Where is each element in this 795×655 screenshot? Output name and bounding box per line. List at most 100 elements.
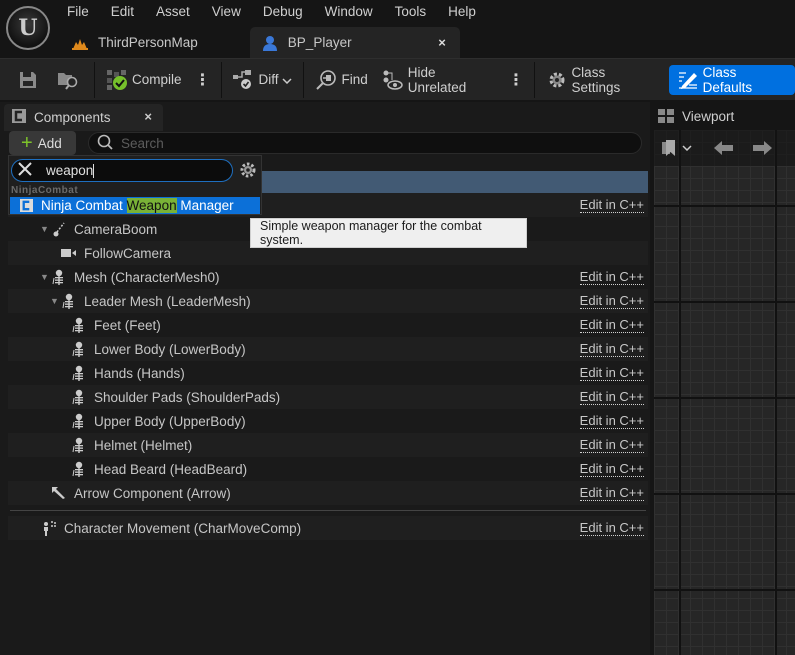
unreal-logo-icon[interactable]: U: [6, 6, 50, 50]
toolbar-divider: [303, 61, 305, 98]
edit-in-cpp-link[interactable]: Edit in C++: [579, 437, 644, 453]
menu-window[interactable]: Window: [314, 2, 384, 22]
diff-label: Diff: [258, 72, 279, 87]
hide-unrelated-button[interactable]: Hide Unrelated: [375, 64, 502, 96]
search-icon: [97, 134, 113, 153]
tree-row-charactermovement[interactable]: Character Movement (CharMoveComp) Edit i…: [8, 516, 648, 540]
edit-in-cpp-link[interactable]: Edit in C++: [579, 485, 644, 501]
compile-label: Compile: [131, 72, 182, 87]
bookmark-icon[interactable]: [662, 140, 676, 156]
menu-asset[interactable]: Asset: [145, 2, 201, 22]
viewport-title: Viewport: [682, 108, 735, 124]
save-button[interactable]: [10, 64, 50, 96]
menu-tools[interactable]: Tools: [384, 2, 438, 22]
compile-button[interactable]: Compile: [99, 64, 189, 96]
viewport-toolbar: [654, 130, 795, 166]
skeletal-mesh-icon: [70, 436, 88, 454]
toolbar-divider: [94, 61, 95, 98]
add-component-popup: weapon NinjaCombat Ninja Combat Weapon M…: [8, 155, 262, 215]
menu-view[interactable]: View: [201, 2, 252, 22]
toolbar-divider: [220, 61, 222, 98]
edit-in-cpp-link[interactable]: Edit in C++: [579, 341, 644, 357]
close-tab-icon[interactable]: ×: [438, 35, 446, 50]
clear-search-icon[interactable]: [18, 162, 32, 179]
edit-in-cpp-link[interactable]: Edit in C++: [579, 461, 644, 477]
edit-in-cpp-link[interactable]: Edit in C++: [579, 317, 644, 333]
save-icon: [17, 69, 39, 91]
tree-row-shoulderpads[interactable]: Shoulder Pads (ShoulderPads) Edit in C++: [8, 385, 648, 409]
tree-row-feet[interactable]: Feet (Feet) Edit in C++: [8, 313, 648, 337]
edit-in-cpp-link[interactable]: Edit in C++: [579, 269, 644, 285]
close-panel-icon[interactable]: ×: [144, 109, 152, 124]
row-label: Helmet (Helmet): [94, 437, 193, 453]
browse-button[interactable]: [50, 64, 90, 96]
menu-help[interactable]: Help: [437, 2, 487, 22]
expand-chevron-icon[interactable]: ▼: [50, 296, 60, 306]
tree-row-headbeard[interactable]: Head Beard (HeadBeard) Edit in C++: [8, 457, 648, 481]
add-component-search-input[interactable]: weapon: [11, 159, 233, 182]
viewport-grid-icon: [658, 109, 674, 123]
tree-row-leadermesh[interactable]: ▼ Leader Mesh (LeaderMesh) Edit in C++: [8, 289, 648, 313]
edit-in-cpp-link[interactable]: Edit in C++: [579, 365, 644, 381]
menu-edit[interactable]: Edit: [100, 2, 145, 22]
tree-row-hands[interactable]: Hands (Hands) Edit in C++: [8, 361, 648, 385]
class-settings-button[interactable]: Class Settings: [539, 64, 663, 96]
component-class-icon: [20, 199, 33, 212]
search-value: weapon: [46, 163, 95, 179]
tab-thirdpersonmap[interactable]: ThirdPersonMap: [60, 27, 210, 58]
menu-debug[interactable]: Debug: [252, 2, 314, 22]
compile-options-icon[interactable]: ⋮: [189, 70, 217, 90]
popup-settings-button[interactable]: [237, 160, 259, 182]
skeletal-mesh-icon: [70, 460, 88, 478]
viewport-canvas[interactable]: [654, 130, 795, 655]
skeletal-mesh-icon: [70, 340, 88, 358]
result-prefix: Ninja Combat: [41, 198, 127, 213]
find-icon: [315, 69, 337, 91]
find-button[interactable]: Find: [308, 64, 374, 96]
tooltip: Simple weapon manager for the combat sys…: [250, 218, 527, 248]
tree-row-helmet[interactable]: Helmet (Helmet) Edit in C++: [8, 433, 648, 457]
add-component-button[interactable]: + Add: [9, 131, 76, 155]
forward-arrow-icon[interactable]: [752, 141, 772, 155]
title-bar: U File Edit Asset View Debug Window Tool…: [0, 0, 795, 58]
row-label: Mesh (CharacterMesh0): [74, 269, 220, 285]
tab-bp-player[interactable]: BP_Player ×: [249, 27, 460, 58]
spring-arm-icon: [50, 220, 68, 238]
menu-file[interactable]: File: [56, 2, 100, 22]
skeletal-mesh-icon: [70, 412, 88, 430]
diff-button[interactable]: Diff: [225, 64, 299, 96]
components-search-input[interactable]: Search: [88, 132, 642, 154]
search-result-item[interactable]: Ninja Combat Weapon Manager: [10, 197, 260, 214]
hide-unrelated-options-icon[interactable]: ⋮: [502, 70, 530, 90]
components-tab[interactable]: Components ×: [4, 104, 163, 131]
row-label: Arrow Component (Arrow): [74, 485, 231, 501]
gear-icon: [546, 69, 567, 91]
result-label: Ninja Combat Weapon Manager: [41, 198, 234, 213]
back-arrow-icon[interactable]: [714, 141, 734, 155]
result-suffix: Manager: [176, 198, 234, 213]
edit-in-cpp-link[interactable]: Edit in C++: [579, 197, 644, 213]
edit-in-cpp-link[interactable]: Edit in C++: [579, 293, 644, 309]
row-label: Shoulder Pads (ShoulderPads): [94, 389, 281, 405]
row-label: Hands (Hands): [94, 365, 185, 381]
tree-divider: [10, 510, 646, 511]
plus-icon: +: [21, 132, 33, 154]
hide-unrelated-label: Hide Unrelated: [407, 64, 467, 95]
skeletal-mesh-icon: [60, 292, 78, 310]
tree-row-lowerbody[interactable]: Lower Body (LowerBody) Edit in C++: [8, 337, 648, 361]
find-label: Find: [341, 72, 368, 87]
chevron-down-icon[interactable]: [682, 145, 692, 151]
edit-in-cpp-link[interactable]: Edit in C++: [579, 413, 644, 429]
tree-row-upperbody[interactable]: Upper Body (UpperBody) Edit in C++: [8, 409, 648, 433]
hide-unrelated-icon: [382, 69, 404, 91]
expand-chevron-icon[interactable]: ▼: [40, 272, 50, 282]
viewport-tab[interactable]: Viewport: [658, 106, 734, 126]
edit-in-cpp-link[interactable]: Edit in C++: [579, 520, 644, 536]
tree-row-mesh[interactable]: ▼ Mesh (CharacterMesh0) Edit in C++: [8, 265, 648, 289]
skeletal-mesh-icon: [70, 388, 88, 406]
tree-row-arrow[interactable]: Arrow Component (Arrow) Edit in C++: [8, 481, 648, 505]
skeletal-mesh-icon: [70, 316, 88, 334]
class-defaults-button[interactable]: Class Defaults: [668, 64, 795, 95]
expand-chevron-icon[interactable]: ▼: [40, 224, 50, 234]
edit-in-cpp-link[interactable]: Edit in C++: [579, 389, 644, 405]
